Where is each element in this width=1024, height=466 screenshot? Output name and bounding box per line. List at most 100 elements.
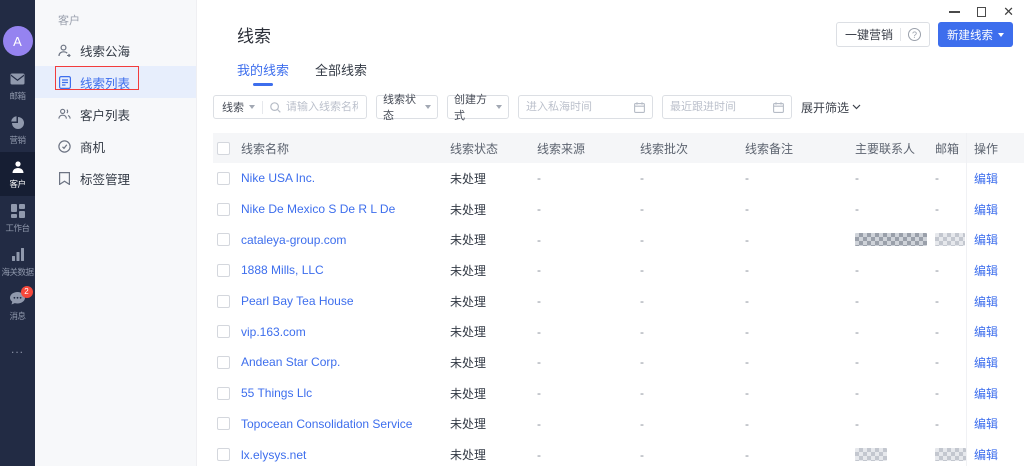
rail-item-messages[interactable]: 2 消息 — [0, 284, 35, 328]
lead-name-link[interactable]: Nike USA Inc. — [241, 171, 315, 185]
lead-note: - — [745, 448, 855, 462]
redacted-value — [935, 233, 965, 246]
lead-note: - — [745, 355, 855, 369]
row-checkbox[interactable] — [217, 417, 230, 430]
row-checkbox[interactable] — [217, 172, 230, 185]
edit-link[interactable]: 编辑 — [974, 231, 998, 248]
redacted-value — [855, 448, 887, 461]
lead-name-cell: Andean Star Corp. — [241, 355, 450, 369]
edit-link[interactable]: 编辑 — [974, 415, 998, 432]
search-field-label: 线索 — [222, 99, 244, 115]
lead-name-link[interactable]: vip.163.com — [241, 325, 306, 339]
lead-batch: - — [640, 386, 644, 400]
rail-item-customs-data[interactable]: 海关数据 — [0, 240, 35, 284]
lead-source: - — [537, 294, 640, 308]
expand-filters-toggle[interactable]: 展开筛选 — [801, 99, 861, 116]
create-method-filter[interactable]: 创建方式 — [447, 95, 509, 119]
edit-link[interactable]: 编辑 — [974, 170, 998, 187]
submenu-item-lead-pool[interactable]: 线索公海 — [35, 34, 196, 66]
lead-contact — [855, 448, 935, 461]
caret-down-icon — [249, 105, 255, 109]
lead-status: 未处理 — [450, 293, 486, 310]
tab-all-leads[interactable]: 全部线索 — [315, 60, 367, 86]
last-follow-up-time-filter[interactable] — [662, 95, 792, 119]
action-cell: 编辑 — [966, 163, 1024, 194]
row-checkbox[interactable] — [217, 264, 230, 277]
edit-link[interactable]: 编辑 — [974, 293, 998, 310]
row-checkbox[interactable] — [217, 203, 230, 216]
search-icon — [270, 102, 281, 113]
help-icon[interactable]: ? — [908, 28, 921, 41]
lead-name-link[interactable]: Pearl Bay Tea House — [241, 294, 354, 308]
lead-name-link[interactable]: Andean Star Corp. — [241, 355, 340, 369]
minimize-icon[interactable] — [949, 6, 960, 18]
lead-name-link[interactable]: 1888 Mills, LLC — [241, 263, 324, 277]
row-checkbox[interactable] — [217, 387, 230, 400]
edit-link[interactable]: 编辑 — [974, 354, 998, 371]
lead-contact: - — [855, 171, 859, 185]
lead-status: 未处理 — [450, 262, 486, 279]
action-cell: 编辑 — [966, 409, 1024, 440]
row-checkbox[interactable] — [217, 233, 230, 246]
edit-link[interactable]: 编辑 — [974, 385, 998, 402]
lead-email: - — [935, 202, 939, 216]
close-icon[interactable]: ✕ — [1003, 4, 1014, 20]
lead-source: - — [537, 202, 640, 216]
lead-batch: - — [640, 263, 644, 277]
edit-link[interactable]: 编辑 — [974, 201, 998, 218]
lead-name-link[interactable]: lx.elysys.net — [241, 448, 306, 462]
edit-link[interactable]: 编辑 — [974, 323, 998, 340]
search-field-selector[interactable]: 线索 — [222, 99, 255, 115]
submenu-item-customer-list[interactable]: 客户列表 — [35, 98, 196, 130]
new-lead-button[interactable]: 新建线索 — [938, 22, 1013, 47]
create-method-filter-label: 创建方式 — [454, 91, 496, 123]
submenu-item-opportunity[interactable]: 商机 — [35, 130, 196, 162]
action-cell: 编辑 — [966, 347, 1024, 378]
lead-note: - — [745, 294, 749, 308]
avatar[interactable]: A — [3, 26, 33, 56]
submenu-item-tag-management[interactable]: 标签管理 — [35, 162, 196, 194]
lead-name-link[interactable]: Nike De Mexico S De R L De — [241, 202, 395, 216]
enter-private-sea-time-filter[interactable] — [518, 95, 653, 119]
lead-contact: - — [855, 355, 859, 369]
row-checkbox[interactable] — [217, 295, 230, 308]
rail-item-workbench[interactable]: 工作台 — [0, 196, 35, 240]
lead-name-link[interactable]: Topocean Consolidation Service — [241, 417, 412, 431]
lead-tabs: 我的线索 全部线索 — [237, 60, 1024, 86]
edit-link[interactable]: 编辑 — [974, 446, 998, 463]
rail-item-customer[interactable]: 客户 — [0, 152, 35, 196]
lead-note: - — [745, 417, 855, 431]
lead-name-cell: vip.163.com — [241, 325, 450, 339]
rail-item-label: 工作台 — [5, 222, 29, 234]
column-header: 操作 — [966, 133, 1024, 163]
lead-status: 未处理 — [450, 170, 537, 187]
one-click-marketing-button[interactable]: 一键营销 ? — [836, 22, 930, 47]
lead-name-link[interactable]: 55 Things Llc — [241, 386, 312, 400]
lead-name-link[interactable]: cataleya-group.com — [241, 233, 346, 247]
row-checkbox[interactable] — [217, 325, 230, 338]
lead-status: 未处理 — [450, 354, 486, 371]
enter-private-sea-time-input[interactable] — [526, 101, 634, 113]
table-row: Topocean Consolidation Service未处理-----编辑 — [213, 409, 1024, 440]
lead-list-icon — [58, 76, 71, 89]
lead-name-cell: Pearl Bay Tea House — [241, 294, 450, 308]
lead-status-filter[interactable]: 线索状态 — [376, 95, 438, 119]
last-follow-up-time-input[interactable] — [670, 101, 773, 113]
lead-name-search-input[interactable] — [286, 101, 358, 113]
select-all-checkbox[interactable] — [217, 142, 230, 155]
maximize-icon[interactable] — [977, 7, 987, 17]
rail-item-mail[interactable]: 邮箱 — [0, 64, 35, 108]
edit-link[interactable]: 编辑 — [974, 262, 998, 279]
row-checkbox[interactable] — [217, 356, 230, 369]
lead-contact: - — [855, 294, 935, 308]
rail-item-marketing[interactable]: 营销 — [0, 108, 35, 152]
message-badge: 2 — [21, 286, 33, 298]
submenu-item-lead-list[interactable]: 线索列表 — [35, 66, 196, 98]
lead-note: - — [745, 355, 749, 369]
table-row: lx.elysys.net未处理---编辑 — [213, 439, 1024, 466]
lead-batch: - — [640, 233, 644, 247]
tab-my-leads[interactable]: 我的线索 — [237, 60, 289, 86]
more-menu-button[interactable]: ... — [11, 342, 24, 356]
row-checkbox[interactable] — [217, 448, 230, 461]
lead-source: - — [537, 386, 541, 400]
